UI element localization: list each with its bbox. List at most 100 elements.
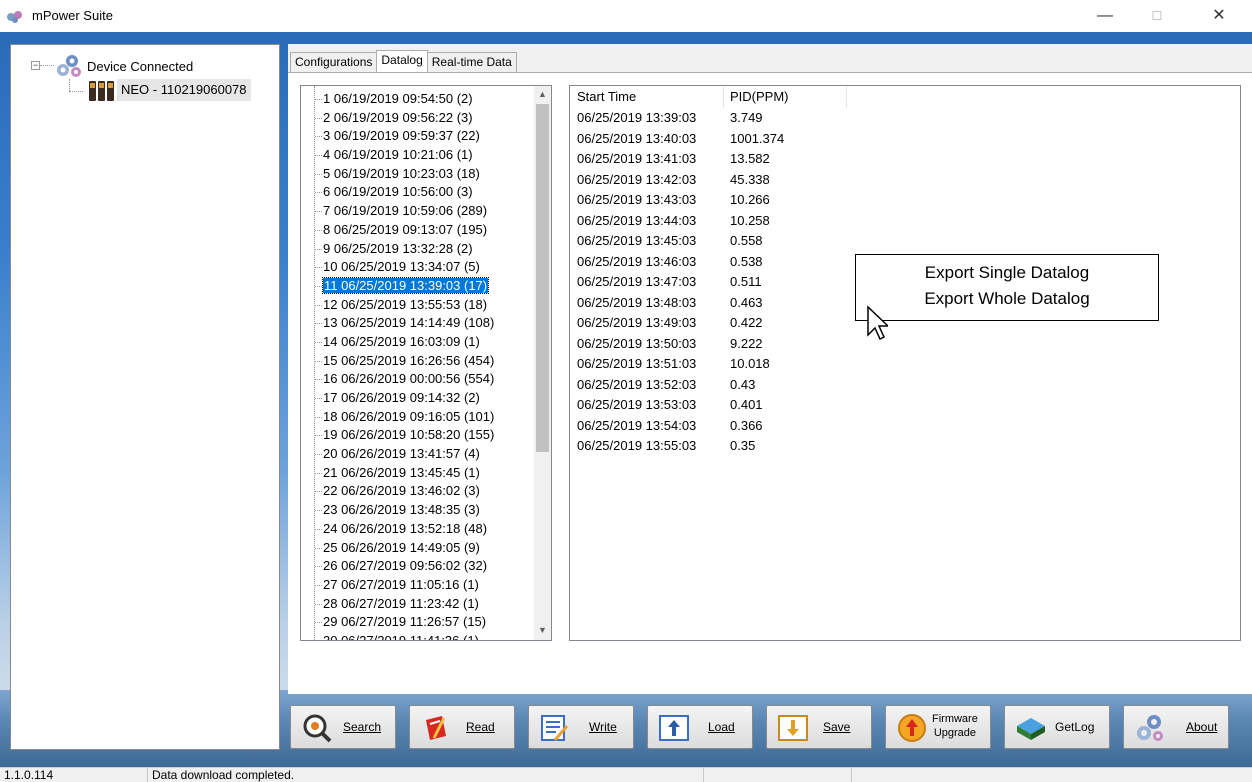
getlog-label: GetLog (1055, 720, 1095, 734)
cell-start-time: 06/25/2019 13:45:03 (577, 233, 697, 248)
datalog-item-label: 6 06/19/2019 10:56:00 (3) (323, 184, 473, 200)
grid-row[interactable]: 06/25/2019 13:44:03 10.258 (570, 211, 1240, 232)
datalog-items: 1 06/19/2019 09:54:50 (2) 2 06/19/2019 09… (301, 90, 494, 640)
save-button[interactable]: Save (766, 705, 872, 749)
column-header-pid[interactable]: PID(PPM) (730, 89, 789, 104)
datalog-list-item[interactable]: 28 06/27/2019 11:23:42 (1) (301, 595, 494, 614)
cell-start-time: 06/25/2019 13:49:03 (577, 315, 697, 330)
grid-row[interactable]: 06/25/2019 13:54:03 0.366 (570, 416, 1240, 437)
datalog-list-item[interactable]: 2 06/19/2019 09:56:22 (3) (301, 109, 494, 128)
scroll-up-icon[interactable]: ▲ (534, 86, 551, 103)
close-button[interactable]: ✕ (1196, 2, 1242, 30)
datalog-list-item[interactable]: 5 06/19/2019 10:23:03 (18) (301, 165, 494, 184)
datalog-list-item[interactable]: 16 06/26/2019 00:00:56 (554) (301, 370, 494, 389)
export-single-datalog-item[interactable]: Export Single Datalog (856, 261, 1158, 285)
datalog-list-item[interactable]: 13 06/25/2019 14:14:49 (108) (301, 314, 494, 333)
grid-row[interactable]: 06/25/2019 13:41:03 13.582 (570, 149, 1240, 170)
tab-strip: Configurations Datalog Real-time Data (290, 50, 517, 72)
tab-configurations[interactable]: Configurations (290, 52, 378, 72)
grid-row[interactable]: 06/25/2019 13:52:03 0.43 (570, 375, 1240, 396)
datalog-item-label: 19 06/26/2019 10:58:20 (155) (323, 427, 495, 443)
datalog-list-item[interactable]: 10 06/25/2019 13:34:07 (5) (301, 258, 494, 277)
datalog-list-item[interactable]: 3 06/19/2019 09:59:37 (22) (301, 127, 494, 146)
search-button[interactable]: Search (290, 705, 396, 749)
datalog-list-item[interactable]: 15 06/25/2019 16:26:56 (454) (301, 352, 494, 371)
collapse-toggle[interactable]: − (31, 61, 40, 70)
maximize-button[interactable]: ☐ (1134, 2, 1180, 30)
load-button[interactable]: Load (647, 705, 753, 749)
grid-row[interactable]: 06/25/2019 13:50:03 9.222 (570, 334, 1240, 355)
datalog-item-label: 12 06/25/2019 13:55:53 (18) (323, 296, 488, 312)
cell-start-time: 06/25/2019 13:52:03 (577, 376, 697, 392)
grid-row[interactable]: 06/25/2019 13:53:03 0.401 (570, 395, 1240, 416)
datalog-list-item[interactable]: 18 06/26/2019 09:16:05 (101) (301, 408, 494, 427)
datalog-item-label: 11 06/25/2019 13:39:03 (17) (321, 276, 490, 294)
datalog-list-item[interactable]: 30 06/27/2019 11:41:36 (1) (301, 632, 494, 640)
tree-root-label[interactable]: Device Connected (87, 59, 193, 74)
column-header-start-time[interactable]: Start Time (577, 89, 636, 104)
device-tree[interactable]: − Device Connected NEO - 110219060078 (10, 44, 280, 750)
getlog-book-icon (1017, 718, 1045, 740)
datalog-list-item[interactable]: 1 06/19/2019 09:54:50 (2) (301, 90, 494, 109)
datalog-list[interactable]: 1 06/19/2019 09:54:50 (2) 2 06/19/2019 09… (300, 85, 552, 641)
grid-row[interactable]: 06/25/2019 13:39:03 3.749 (570, 108, 1240, 129)
datalog-list-item[interactable]: 8 06/25/2019 09:13:07 (195) (301, 221, 494, 240)
getlog-button[interactable]: GetLog (1004, 705, 1110, 749)
cell-start-time: 06/25/2019 13:42:03 (577, 171, 697, 187)
firmware-upgrade-label: Firmware Upgrade (932, 712, 978, 740)
datalog-list-item[interactable]: 26 06/27/2019 09:56:02 (32) (301, 557, 494, 576)
cell-pid-value: 0.43 (730, 376, 756, 392)
tab-realtime-data[interactable]: Real-time Data (426, 52, 517, 72)
cell-start-time: 06/25/2019 13:47:03 (577, 274, 697, 289)
grid-row[interactable]: 06/25/2019 13:45:03 0.558 (570, 231, 1240, 252)
grid-row[interactable]: 06/25/2019 13:43:03 10.266 (570, 190, 1240, 211)
datalog-list-item[interactable]: 4 06/19/2019 10:21:06 (1) (301, 146, 494, 165)
write-button[interactable]: Write (528, 705, 634, 749)
datalog-list-item[interactable]: 27 06/27/2019 11:05:16 (1) (301, 576, 494, 595)
datalog-list-item[interactable]: 29 06/27/2019 11:26:57 (15) (301, 613, 494, 632)
grid-row[interactable]: 06/25/2019 13:51:03 10.018 (570, 354, 1240, 375)
datalog-list-item[interactable]: 9 06/25/2019 13:32:28 (2) (301, 240, 494, 259)
datalog-grid[interactable]: Start Time PID(PPM) 06/25/2019 13:39:03 3… (569, 85, 1241, 641)
tree-device-item[interactable]: NEO - 110219060078 (117, 79, 251, 101)
read-button[interactable]: Read (409, 705, 515, 749)
cell-start-time: 06/25/2019 13:53:03 (577, 397, 697, 412)
read-label: Read (466, 720, 495, 734)
datalog-list-item[interactable]: 11 06/25/2019 13:39:03 (17) (301, 276, 494, 296)
datalog-list-item[interactable]: 6 06/19/2019 10:56:00 (3) (301, 183, 494, 202)
grid-row[interactable]: 06/25/2019 13:42:03 45.338 (570, 170, 1240, 191)
grid-row[interactable]: 06/25/2019 13:40:03 1001.374 (570, 129, 1240, 150)
firmware-upgrade-button[interactable]: Firmware Upgrade (885, 705, 991, 749)
cell-pid-value: 10.258 (730, 212, 770, 228)
datalog-item-label: 2 06/19/2019 09:56:22 (3) (323, 109, 473, 125)
export-whole-datalog-item[interactable]: Export Whole Datalog (856, 287, 1158, 311)
cell-pid-value: 1001.374 (730, 130, 785, 146)
minimize-button[interactable]: — (1082, 2, 1128, 30)
search-icon (303, 714, 332, 743)
scroll-down-icon[interactable]: ▼ (534, 622, 551, 639)
datalog-list-item[interactable]: 24 06/26/2019 13:52:18 (48) (301, 520, 494, 539)
scroll-thumb[interactable] (536, 104, 549, 452)
datalog-list-item[interactable]: 22 06/26/2019 13:46:02 (3) (301, 482, 494, 501)
datalog-list-item[interactable]: 17 06/26/2019 09:14:32 (2) (301, 389, 494, 408)
main-panel: Configurations Datalog Real-time Data 1 … (288, 44, 1252, 694)
datalog-item-label: 21 06/26/2019 13:45:45 (1) (323, 464, 480, 480)
cell-start-time: 06/25/2019 13:46:03 (577, 253, 697, 269)
datalog-list-item[interactable]: 20 06/26/2019 13:41:57 (4) (301, 445, 494, 464)
tree-connector (69, 79, 70, 91)
tree-connector (40, 65, 54, 66)
datalog-list-item[interactable]: 12 06/25/2019 13:55:53 (18) (301, 296, 494, 315)
datalog-scrollbar[interactable]: ▲ ▼ (534, 86, 551, 640)
datalog-list-item[interactable]: 19 06/26/2019 10:58:20 (155) (301, 426, 494, 445)
datalog-item-label: 15 06/25/2019 16:26:56 (454) (323, 352, 495, 368)
datalog-item-label: 28 06/27/2019 11:23:42 (1) (323, 595, 479, 611)
cell-start-time: 06/25/2019 13:39:03 (577, 110, 697, 125)
datalog-list-item[interactable]: 21 06/26/2019 13:45:45 (1) (301, 464, 494, 483)
datalog-list-item[interactable]: 25 06/26/2019 14:49:05 (9) (301, 539, 494, 558)
datalog-list-item[interactable]: 7 06/19/2019 10:59:06 (289) (301, 202, 494, 221)
about-button[interactable]: About (1123, 705, 1229, 749)
datalog-list-item[interactable]: 23 06/26/2019 13:48:35 (3) (301, 501, 494, 520)
datalog-list-item[interactable]: 14 06/25/2019 16:03:09 (1) (301, 333, 494, 352)
grid-row[interactable]: 06/25/2019 13:55:03 0.35 (570, 436, 1240, 457)
tab-datalog[interactable]: Datalog (376, 50, 428, 72)
